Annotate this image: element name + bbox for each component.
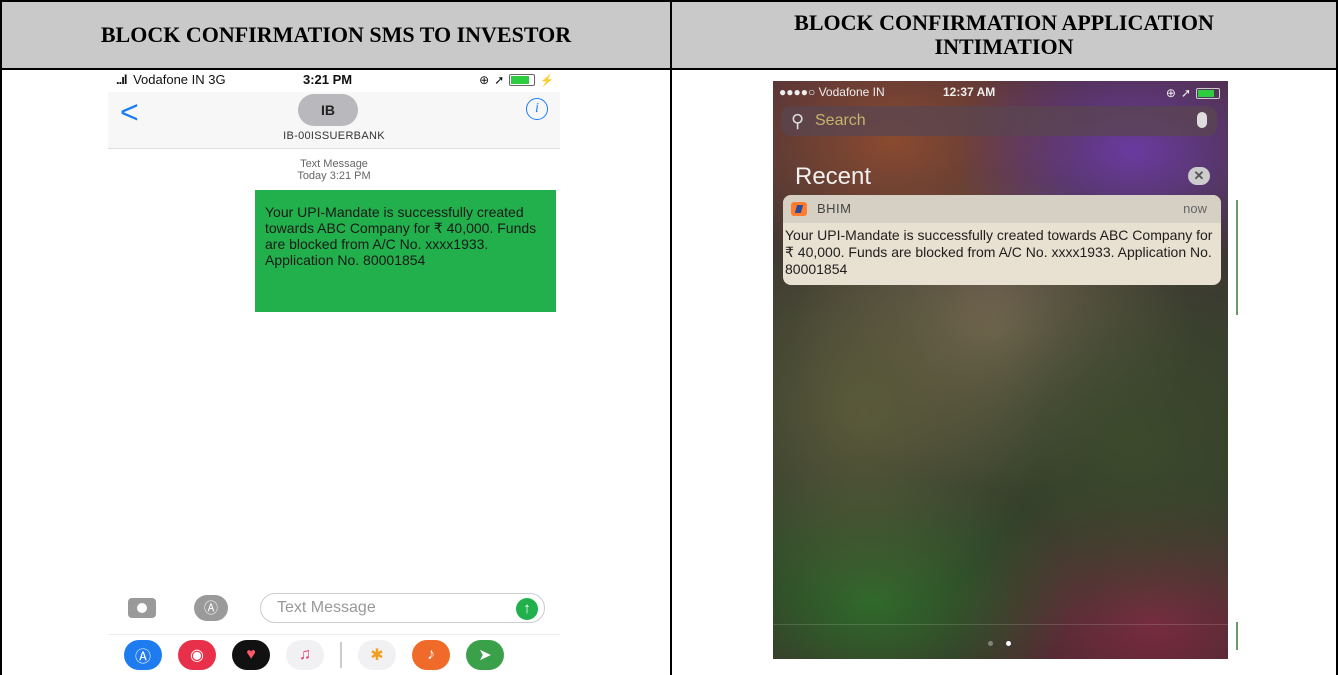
tray-divider xyxy=(340,641,342,668)
page-dot-active xyxy=(1006,641,1011,646)
message-date: Today 3:21 PM xyxy=(297,170,371,182)
sms-screenshot: ..ıl Vodafone IN 3G 3:21 PM ⊕ ➚ ⚡ < IB I… xyxy=(108,70,560,675)
music-app-icon[interactable]: ♫ xyxy=(286,639,324,670)
digital-touch-app-icon[interactable]: ♥ xyxy=(232,639,270,670)
lock-rotation-icon: ⊕ xyxy=(1165,86,1176,100)
lock-carrier: ●●●●○ Vodafone IN xyxy=(779,85,885,99)
microphone-icon[interactable] xyxy=(1197,112,1207,128)
page-indicator-bar xyxy=(773,624,1228,659)
back-button[interactable]: < xyxy=(120,96,139,128)
imessage-app-tray: Ⓐ ◉ ♥ ♫ ✱ ♪ ➤ xyxy=(108,634,560,674)
charging-icon: ⚡ xyxy=(540,74,554,87)
compose-bar: Ⓐ Text Message ↑ xyxy=(108,588,560,630)
lock-status-bar: ●●●●○ Vodafone IN 12:37 AM ⊕ ➚ xyxy=(773,84,1228,102)
maps-app-icon[interactable]: ➤ xyxy=(466,639,504,670)
left-column-header: BLOCK CONFIRMATION SMS TO INVESTOR xyxy=(0,0,672,70)
location-icon: ➚ xyxy=(1180,86,1191,100)
carrier-label: ..ıl Vodafone IN 3G xyxy=(116,72,226,87)
contact-avatar[interactable]: IB xyxy=(298,94,358,126)
garageband-app-icon[interactable]: ♪ xyxy=(412,639,450,670)
camera-icon[interactable] xyxy=(128,598,156,618)
search-images-app-icon[interactable]: ◉ xyxy=(178,639,216,670)
signal-icon: ..ıl xyxy=(116,72,127,87)
battery-icon xyxy=(509,74,536,86)
lock-status-icons: ⊕ ➚ xyxy=(1166,86,1220,100)
screenshot-edge-strip xyxy=(1236,200,1238,315)
app-store-icon[interactable]: Ⓐ xyxy=(194,595,228,621)
lock-rotation-icon: ⊕ xyxy=(479,73,490,87)
message-input-placeholder: Text Message xyxy=(277,599,376,616)
search-icon: ⚲ xyxy=(791,111,805,131)
battery-icon xyxy=(1196,87,1220,99)
notification-app-name: BHIM xyxy=(817,201,852,216)
right-header-line1: BLOCK CONFIRMATION APPLICATION xyxy=(794,10,1214,35)
carrier-name: Vodafone IN xyxy=(133,72,205,87)
status-bar: ..ıl Vodafone IN 3G 3:21 PM ⊕ ➚ ⚡ xyxy=(108,70,560,92)
search-placeholder: Search xyxy=(815,112,866,129)
notification-time: now xyxy=(1183,201,1207,216)
notification-screenshot: ●●●●○ Vodafone IN 12:37 AM ⊕ ➚ ⚲ Search … xyxy=(773,81,1228,659)
clear-notifications-button[interactable]: ✕ xyxy=(1188,167,1210,185)
right-header-line2: INTIMATION xyxy=(934,34,1074,59)
network-type: 3G xyxy=(208,72,226,87)
table-border-middle xyxy=(670,68,672,675)
status-icons: ⊕ ➚ ⚡ xyxy=(479,73,554,87)
screenshot-edge-strip-bottom xyxy=(1236,622,1238,650)
send-button[interactable]: ↑ xyxy=(516,598,538,620)
location-icon: ➚ xyxy=(494,73,505,87)
table-border-left xyxy=(0,68,2,675)
page-dot-inactive xyxy=(988,641,993,646)
conversation-header: < IB IB-00ISSUERBANK i xyxy=(108,92,560,149)
status-time: 3:21 PM xyxy=(303,72,353,87)
message-bubble[interactable]: Your UPI-Mandate is successfully created… xyxy=(255,190,556,312)
contact-name[interactable]: IB-00ISSUERBANK xyxy=(108,130,560,142)
message-timestamp: Text Message Today 3:21 PM xyxy=(108,158,560,182)
lock-time: 12:37 AM xyxy=(943,85,996,99)
notification-header: BHIM now xyxy=(783,195,1221,223)
left-header-text: BLOCK CONFIRMATION SMS TO INVESTOR xyxy=(100,22,572,47)
info-button[interactable]: i xyxy=(526,98,548,120)
message-type-label: Text Message xyxy=(300,158,368,170)
notification-card[interactable]: BHIM now Your UPI-Mandate is successfull… xyxy=(783,195,1221,285)
right-column-header: BLOCK CONFIRMATION APPLICATION INTIMATIO… xyxy=(670,0,1338,70)
app-store-app-icon[interactable]: Ⓐ xyxy=(124,639,162,670)
bhim-app-icon xyxy=(791,202,807,216)
right-header-text: BLOCK CONFIRMATION APPLICATION INTIMATIO… xyxy=(794,11,1214,59)
search-field[interactable]: ⚲ Search xyxy=(781,106,1217,136)
notification-body: Your UPI-Mandate is successfully created… xyxy=(785,227,1213,277)
message-input[interactable]: Text Message ↑ xyxy=(260,593,545,623)
photos-app-icon[interactable]: ✱ xyxy=(358,639,396,670)
recent-section-title: Recent xyxy=(795,163,872,190)
